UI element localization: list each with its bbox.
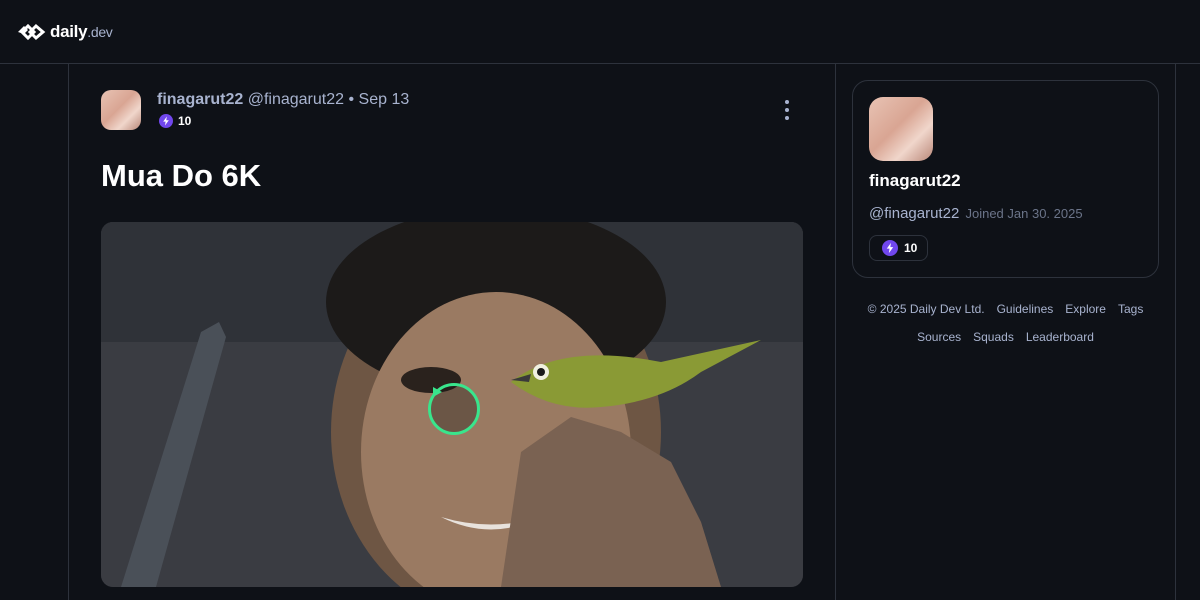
profile-reputation-value: 10 (904, 241, 918, 255)
post-title: Mua Do 6K (101, 158, 262, 193)
profile-reputation-badge: 10 (869, 235, 929, 261)
reputation-value: 10 (178, 114, 192, 128)
author-name[interactable]: finagarut22 (157, 91, 243, 108)
top-bar: daily.dev (0, 0, 1200, 64)
footer-link-tags[interactable]: Tags (1118, 302, 1143, 316)
author-reputation: 10 (159, 114, 191, 128)
profile-joined-date: Joined Jan 30. 2025 (965, 206, 1083, 221)
more-options-button[interactable] (779, 100, 795, 120)
footer-copyright: © 2025 Daily Dev Ltd. (867, 302, 985, 316)
footer-link-guidelines[interactable]: Guidelines (997, 302, 1054, 316)
footer-link-leaderboard[interactable]: Leaderboard (1026, 330, 1094, 344)
post-video-thumbnail[interactable] (101, 222, 803, 587)
author-profile-card: finagarut22 @finagarut22 Joined Jan 30. … (852, 80, 1159, 278)
profile-avatar[interactable] (869, 97, 933, 161)
meta-separator: • (348, 91, 355, 108)
reputation-icon (882, 240, 898, 256)
logo[interactable]: daily.dev (16, 20, 113, 44)
main-column-right-border (835, 64, 836, 600)
play-icon (433, 387, 442, 397)
footer-link-squads[interactable]: Squads (973, 330, 1014, 344)
logo-text: daily.dev (50, 22, 113, 41)
author-line: finagarut22 @finagarut22 • Sep 13 (157, 91, 409, 109)
footer-link-sources[interactable]: Sources (917, 330, 961, 344)
profile-handle[interactable]: @finagarut22 (869, 205, 959, 222)
post-header: finagarut22 @finagarut22 • Sep 13 10 (101, 90, 803, 134)
main-column-left-border (68, 64, 69, 600)
daily-dev-logo-icon (18, 23, 46, 41)
post-date: Sep 13 (358, 91, 410, 108)
footer-links: © 2025 Daily Dev Ltd. Guidelines Explore… (852, 302, 1159, 344)
more-vertical-icon (785, 100, 789, 104)
profile-name[interactable]: finagarut22 (869, 171, 961, 191)
profile-handle-line: @finagarut22 Joined Jan 30. 2025 (869, 205, 1083, 222)
author-handle[interactable]: @finagarut22 (248, 91, 344, 108)
footer-link-explore[interactable]: Explore (1065, 302, 1106, 316)
author-avatar[interactable] (101, 90, 141, 130)
sidebar-right-border (1175, 64, 1176, 600)
reputation-icon (159, 114, 173, 128)
play-button[interactable] (428, 383, 480, 435)
